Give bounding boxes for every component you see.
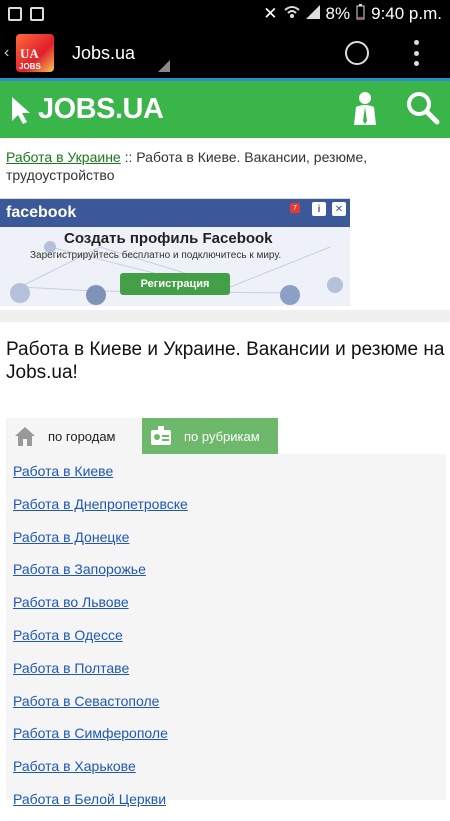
city-link[interactable]: Работа в Севастополе [13,690,446,723]
section-divider [0,310,450,322]
tab-by-category-label: по рубрикам [184,428,260,444]
tab-by-category[interactable]: по рубрикам [142,418,278,454]
page-title: Работа в Киеве и Украине. Вакансии и рез… [6,339,445,383]
battery-percent: 8% [325,4,351,23]
ad-title: Создать профиль Facebook [64,230,273,247]
city-link[interactable]: Работа в Белой Церкви [13,788,446,821]
site-header: JOBS.UA [0,81,450,138]
mute-icon: ✕ [263,4,278,23]
city-link[interactable]: Работа в Днепропетровске [13,493,446,526]
back-chevron-icon[interactable]: ‹ [4,44,14,62]
ad-close-icon[interactable]: ✕ [332,202,346,216]
ad-choices[interactable]: i ✕ [312,202,346,216]
city-link[interactable]: Работа в Харькове [13,755,446,788]
overflow-triangle-icon [158,60,170,72]
download-icon [8,7,22,21]
app-bar: ‹ UA JOBS Jobs.ua [0,28,450,78]
id-card-icon [151,426,171,445]
ad-brand: facebook [6,204,77,221]
city-list: Работа в Киеве Работа в Днепропетровске … [6,454,446,807]
battery-icon [356,3,365,25]
tab-by-city[interactable]: по городам [6,418,142,454]
refresh-icon[interactable] [345,41,369,65]
app-title: Jobs.ua [72,42,136,63]
user-profile-icon[interactable] [352,91,378,125]
ad-info-icon[interactable]: i [312,202,326,216]
home-icon [15,427,35,446]
city-link[interactable]: Работа в Донецке [13,526,446,559]
city-link[interactable]: Работа в Одессе [13,624,446,657]
image-icon [30,7,44,21]
tab-by-city-label: по городам [48,428,116,444]
status-bar: ✕ 8% 9:40 p.m. [0,0,450,28]
app-logo-ua: UA [20,46,39,61]
site-logo[interactable]: JOBS.UA [10,93,164,126]
breadcrumb-separator: :: [120,149,137,165]
clock: 9:40 p.m. [371,4,442,23]
city-link[interactable]: Работа в Киеве [13,460,446,493]
breadcrumb: Работа в Украине :: Работа в Киеве. Вака… [6,148,446,184]
facebook-ad-banner[interactable]: facebook i ✕ Создать профиль Facebook За… [0,198,350,306]
ad-notification-badge: 7 [290,203,300,213]
city-link[interactable]: Работа в Симферополе [13,722,446,755]
ad-register-button[interactable]: Регистрация [120,273,230,295]
site-logo-text: JOBS.UA [38,93,164,125]
search-icon[interactable] [406,91,440,125]
breadcrumb-link-ukraine[interactable]: Работа в Украине [6,149,121,165]
app-logo-jobs: JOBS [19,62,41,71]
overflow-menu-icon[interactable] [414,40,420,66]
city-link[interactable]: Работа во Львове [13,591,446,624]
city-link[interactable]: Работа в Запорожье [13,558,446,591]
app-logo[interactable]: UA JOBS [16,34,54,72]
category-tabs: по городам по рубрикам [6,418,446,454]
city-link[interactable]: Работа в Полтаве [13,657,446,690]
ad-subtitle: Зарегистрируйтесь бесплатно и подключите… [30,250,282,261]
wifi-icon [283,4,300,24]
signal-icon [305,4,320,24]
cursor-logo-icon [12,96,30,124]
